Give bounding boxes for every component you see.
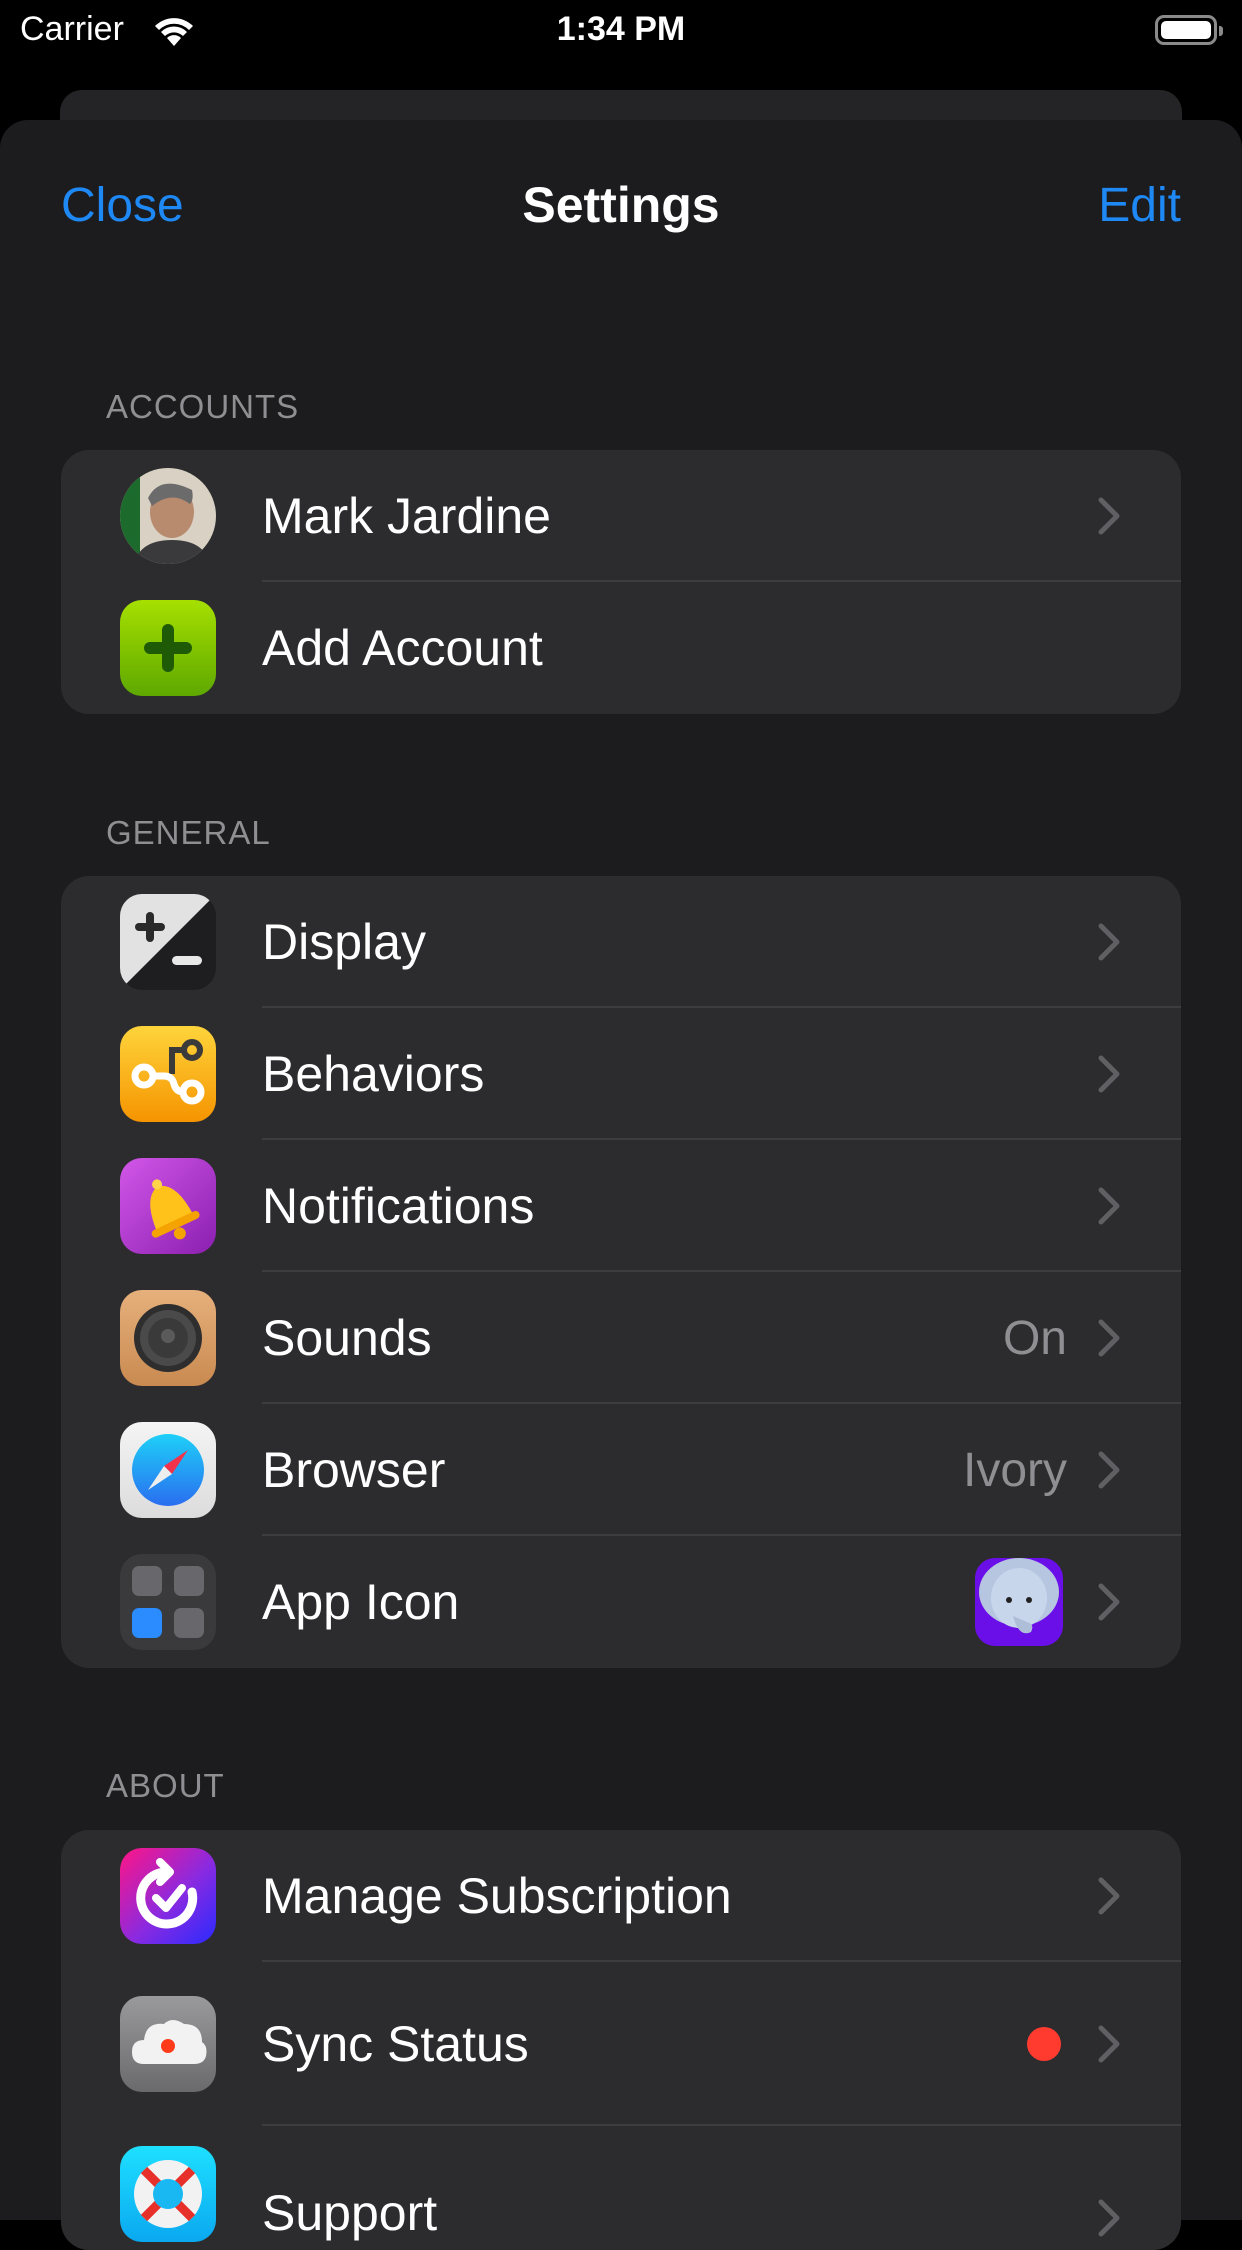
app-icon-row[interactable]: App Icon (61, 1536, 1181, 1668)
sounds-label: Sounds (262, 1310, 432, 1366)
display-contrast-icon (120, 894, 216, 990)
chevron-right-icon (1098, 1451, 1120, 1489)
display-row[interactable]: Display (61, 876, 1181, 1008)
avatar (120, 468, 216, 564)
sync-status-row[interactable]: Sync Status (61, 1962, 1181, 2126)
elephant-app-icon (975, 1558, 1063, 1646)
account-row-mark-jardine[interactable]: Mark Jardine (61, 450, 1181, 582)
clock: 1:34 PM (556, 10, 686, 48)
bell-icon (120, 1158, 216, 1254)
browser-value: Ivory (962, 1443, 1067, 1497)
notifications-row[interactable]: Notifications (61, 1140, 1181, 1272)
chevron-right-icon (1098, 1187, 1120, 1225)
chevron-right-icon (1098, 2025, 1120, 2063)
about-group: Manage Subscription Sync Status Support (61, 1830, 1181, 2250)
chevron-right-icon (1098, 1055, 1120, 1093)
speaker-icon (120, 1290, 216, 1386)
sounds-value: On (1002, 1311, 1067, 1365)
chevron-right-icon (1098, 1583, 1120, 1621)
manage-subscription-label: Manage Subscription (262, 1868, 732, 1924)
account-name: Mark Jardine (262, 488, 551, 544)
app-grid-icon (120, 1554, 216, 1650)
lifebuoy-icon (120, 2146, 216, 2242)
add-account-row[interactable]: Add Account (61, 582, 1181, 714)
battery-icon (1155, 15, 1223, 45)
subscription-icon (120, 1848, 216, 1944)
add-plus-icon (120, 600, 216, 696)
chevron-right-icon (1098, 923, 1120, 961)
chevron-right-icon (1098, 2199, 1120, 2237)
accounts-group: Mark Jardine Add Account (61, 450, 1181, 714)
add-account-label: Add Account (262, 620, 543, 676)
section-header-general: GENERAL (106, 814, 271, 851)
display-label: Display (262, 914, 426, 970)
compass-icon (120, 1422, 216, 1518)
support-row[interactable]: Support (61, 2126, 1181, 2250)
app-icon-label: App Icon (262, 1574, 460, 1630)
notifications-label: Notifications (262, 1178, 535, 1234)
behaviors-flow-icon (120, 1026, 216, 1122)
general-group: Display Behaviors Notifications Sounds O… (61, 876, 1181, 1668)
page-title: Settings (522, 177, 720, 233)
manage-subscription-row[interactable]: Manage Subscription (61, 1830, 1181, 1962)
section-header-accounts: ACCOUNTS (106, 388, 300, 425)
chevron-right-icon (1098, 1877, 1120, 1915)
sounds-row[interactable]: Sounds On (61, 1272, 1181, 1404)
chevron-right-icon (1098, 497, 1120, 535)
chevron-right-icon (1098, 1319, 1120, 1357)
section-header-about: ABOUT (106, 1767, 225, 1804)
sync-error-indicator (1027, 2027, 1061, 2061)
behaviors-label: Behaviors (262, 1046, 485, 1102)
browser-label: Browser (262, 1442, 446, 1498)
sync-status-label: Sync Status (262, 2016, 529, 2072)
cloud-sync-icon (120, 1996, 216, 2092)
support-label: Support (262, 2185, 438, 2241)
behaviors-row[interactable]: Behaviors (61, 1008, 1181, 1140)
edit-button[interactable]: Edit (1098, 178, 1181, 233)
browser-row[interactable]: Browser Ivory (61, 1404, 1181, 1536)
status-bar: Carrier 1:34 PM (0, 0, 1242, 62)
